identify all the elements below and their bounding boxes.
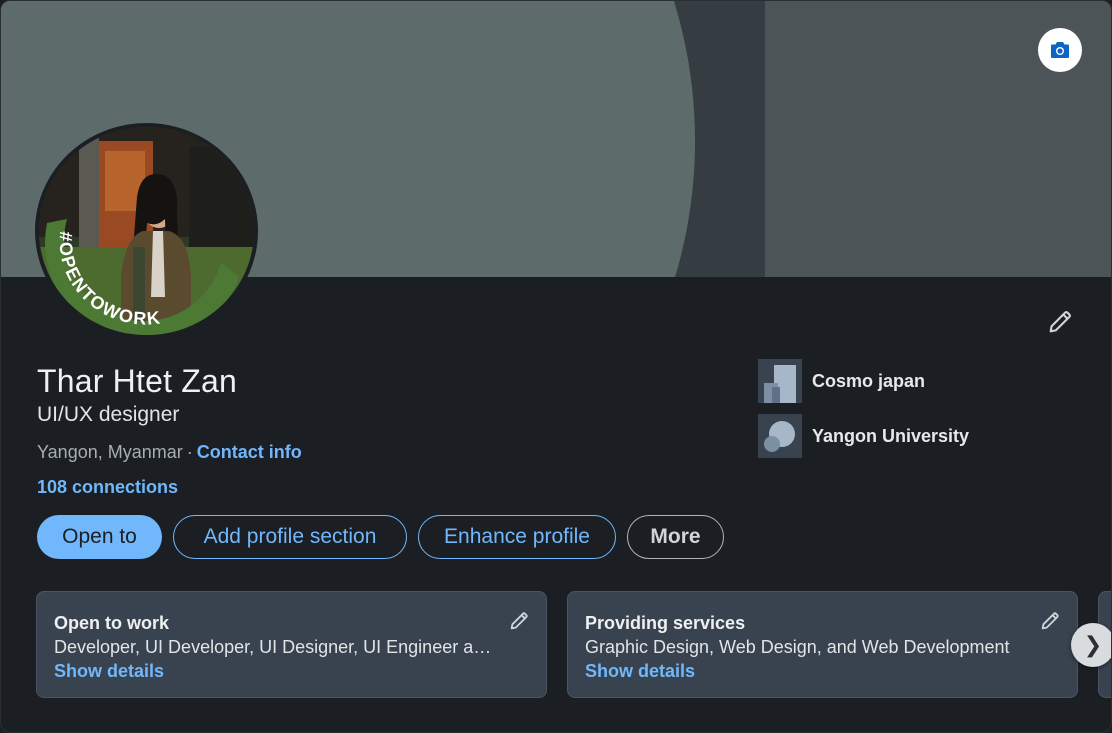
- org-item-education[interactable]: Yangon University: [758, 414, 969, 458]
- chevron-right-icon: ❯: [1083, 632, 1103, 657]
- enhance-profile-button[interactable]: Enhance profile: [418, 515, 616, 559]
- profile-photo-frame[interactable]: #OPENTOWORK: [35, 123, 258, 339]
- add-profile-section-button[interactable]: Add profile section: [173, 515, 407, 559]
- org-name: Cosmo japan: [812, 370, 926, 391]
- separator-dot: ·: [186, 442, 193, 462]
- open-to-button[interactable]: Open to: [37, 515, 162, 559]
- edit-banner-button[interactable]: [1038, 28, 1082, 72]
- profile-headline: UI/UX designer: [37, 403, 180, 426]
- card-description: Graphic Design, Web Design, and Web Deve…: [585, 637, 1010, 657]
- edit-intro-button[interactable]: [1041, 303, 1079, 341]
- card-description: Developer, UI Developer, UI Designer, UI…: [54, 637, 494, 657]
- more-button[interactable]: More: [627, 515, 724, 559]
- company-logo-icon: [758, 359, 802, 403]
- profile-top-card: #OPENTOWORK Thar Htet Zan UI/UX designer…: [0, 0, 1112, 733]
- org-name: Yangon University: [812, 425, 970, 446]
- pencil-icon: [1049, 311, 1071, 333]
- edit-open-to-work-button[interactable]: [506, 608, 532, 634]
- camera-icon: [1051, 42, 1069, 58]
- edit-services-button[interactable]: [1037, 608, 1063, 634]
- show-details-link[interactable]: Show details: [54, 660, 530, 682]
- open-to-work-card[interactable]: Open to work Developer, UI Developer, UI…: [36, 591, 547, 698]
- card-title: Open to work: [54, 613, 170, 633]
- pencil-icon: [510, 612, 528, 630]
- show-details-link[interactable]: Show details: [585, 660, 1061, 682]
- school-logo-icon: [758, 414, 802, 458]
- providing-services-card[interactable]: Providing services Graphic Design, Web D…: [567, 591, 1078, 698]
- photo-scene: #OPENTOWORK: [39, 127, 254, 335]
- profile-photo[interactable]: #OPENTOWORK: [39, 127, 254, 335]
- connections-link[interactable]: 108 connections: [37, 477, 178, 498]
- profile-location: Yangon, Myanmar: [37, 442, 183, 462]
- org-item-current-company[interactable]: Cosmo japan: [758, 359, 925, 403]
- carousel-next-button[interactable]: ❯: [1071, 623, 1111, 667]
- contact-info-link[interactable]: Contact info: [197, 442, 302, 462]
- profile-name: Thar Htet Zan: [37, 363, 238, 399]
- card-title: Providing services: [585, 613, 746, 633]
- pencil-icon: [1041, 612, 1059, 630]
- location-row: Yangon, Myanmar · Contact info: [37, 442, 302, 463]
